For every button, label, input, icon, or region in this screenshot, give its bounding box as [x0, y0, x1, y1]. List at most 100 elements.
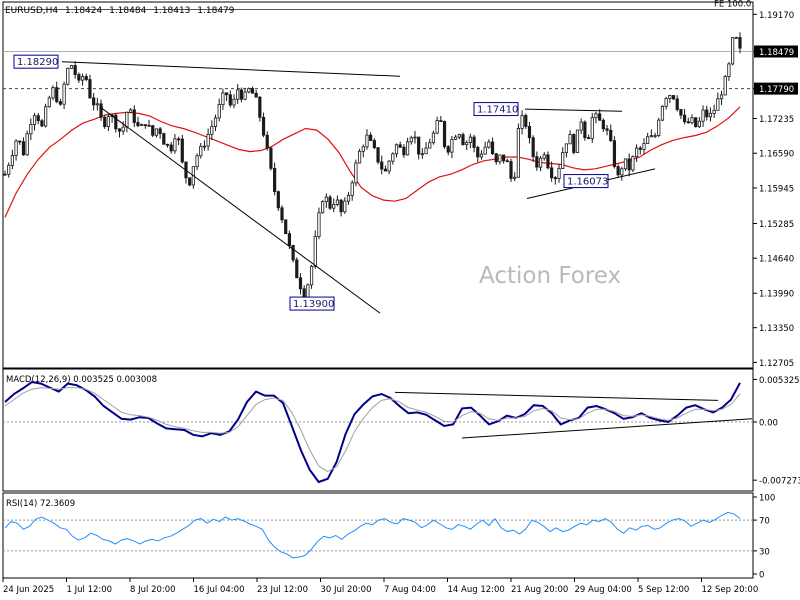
candle-body	[727, 63, 731, 77]
level-price-label: 1.17790	[759, 85, 794, 95]
candle-body	[690, 117, 694, 124]
candle-body	[140, 124, 144, 127]
candle-body	[117, 128, 122, 132]
candle-body	[80, 76, 85, 81]
candle-body	[169, 144, 173, 152]
candle-body	[250, 88, 255, 94]
candle-body	[542, 154, 546, 159]
candle-body	[697, 120, 701, 128]
candle-body	[103, 116, 107, 127]
price-panel	[2, 1, 754, 369]
price-axis: 1.19170 1.18479 1.17790 1.17235 1.16590 1.159…	[753, 11, 798, 369]
candle-body	[701, 109, 705, 122]
candle-body	[44, 106, 48, 127]
candle-body	[494, 153, 498, 163]
candle-body	[357, 150, 362, 164]
candle-body	[7, 164, 11, 175]
candle-body	[568, 134, 572, 145]
candle-body	[431, 132, 436, 144]
fe-level-label: FE 100.0	[714, 0, 751, 9]
price-tick-label: 1.14640	[759, 255, 794, 265]
candle-body	[332, 204, 336, 209]
candle-body	[254, 92, 258, 98]
candle-body	[77, 74, 81, 81]
candle-body	[734, 37, 738, 39]
candle-body	[55, 87, 59, 103]
candle-body	[405, 141, 410, 156]
candle-body	[424, 147, 428, 155]
candle-body	[538, 157, 543, 168]
candle-body	[598, 113, 602, 121]
time-tick-label: 21 Aug 20:00	[511, 585, 568, 595]
time-tick-label: 8 Jul 20:00	[130, 585, 176, 595]
candle-body	[409, 137, 413, 143]
candle-body	[21, 141, 26, 156]
candle-body	[58, 101, 63, 105]
ohlc-header: EURUSD,H4 1.18424 1.18484 1.18413 1.1847…	[5, 6, 235, 16]
candle-body	[372, 140, 376, 149]
candle-body	[73, 65, 77, 75]
candle-body	[62, 83, 66, 105]
candle-body	[32, 115, 37, 125]
candle-body	[125, 111, 129, 128]
candle-body	[413, 136, 417, 139]
candle-body	[335, 199, 340, 205]
candle-body	[10, 155, 14, 166]
candle-body	[380, 161, 384, 170]
rsi-panel	[2, 492, 754, 579]
candle-body	[664, 98, 668, 107]
candle-body	[479, 153, 484, 158]
candle-body	[719, 94, 724, 100]
candle-body	[716, 98, 720, 111]
candle-body	[339, 199, 343, 213]
open-value: 1.18424	[65, 6, 102, 16]
candle-body	[147, 124, 151, 127]
candle-body	[236, 89, 240, 100]
candle-body	[132, 109, 136, 123]
macd-panel	[2, 368, 754, 492]
candle-body	[121, 126, 125, 132]
candle-body	[490, 141, 495, 155]
candle-body	[627, 158, 631, 171]
price-tick-label: 1.16590	[759, 150, 794, 160]
candle-body	[594, 113, 598, 119]
candle-body	[513, 176, 517, 179]
time-tick-label: 14 Aug 12:00	[448, 585, 505, 595]
candle-body	[154, 128, 159, 136]
candle-body	[653, 135, 657, 137]
high-value: 1.18484	[109, 6, 146, 16]
candle-body	[280, 207, 284, 221]
candle-body	[682, 114, 687, 123]
symbol-label: EURUSD,H4	[5, 6, 58, 16]
rsi-tick-label: 70	[759, 517, 770, 527]
time-tick-label: 16 Jul 04:00	[194, 585, 245, 595]
candle-body	[3, 173, 7, 176]
candle-body	[221, 92, 225, 105]
candle-body	[638, 147, 642, 150]
candle-body	[202, 145, 207, 148]
rsi-tick-label: 0	[759, 571, 764, 581]
candle-body	[564, 143, 569, 154]
candle-body	[47, 97, 51, 108]
time-tick-label: 24 Jun 2025	[3, 585, 54, 595]
low-value: 1.18413	[153, 6, 190, 16]
candle-body	[346, 195, 351, 202]
time-tick-label: 1 Jul 12:00	[67, 585, 113, 595]
candle-body	[95, 103, 99, 106]
price-label-text: 1.17410	[477, 105, 518, 116]
candle-body	[365, 134, 369, 148]
candle-body	[550, 167, 554, 179]
rsi-tick-label: 30	[759, 547, 770, 557]
candle-body	[232, 98, 236, 106]
candle-body	[66, 68, 70, 85]
candle-body	[99, 103, 103, 118]
rsi-tick-label: 100	[759, 494, 775, 504]
candle-body	[465, 142, 469, 146]
candle-body	[88, 79, 92, 99]
candle-body	[454, 136, 458, 140]
candle-body	[309, 265, 314, 286]
candle-body	[609, 129, 613, 142]
rsi-title: RSI(14) 72.3609	[6, 499, 75, 509]
candle-body	[165, 143, 170, 146]
candle-body	[25, 133, 29, 156]
